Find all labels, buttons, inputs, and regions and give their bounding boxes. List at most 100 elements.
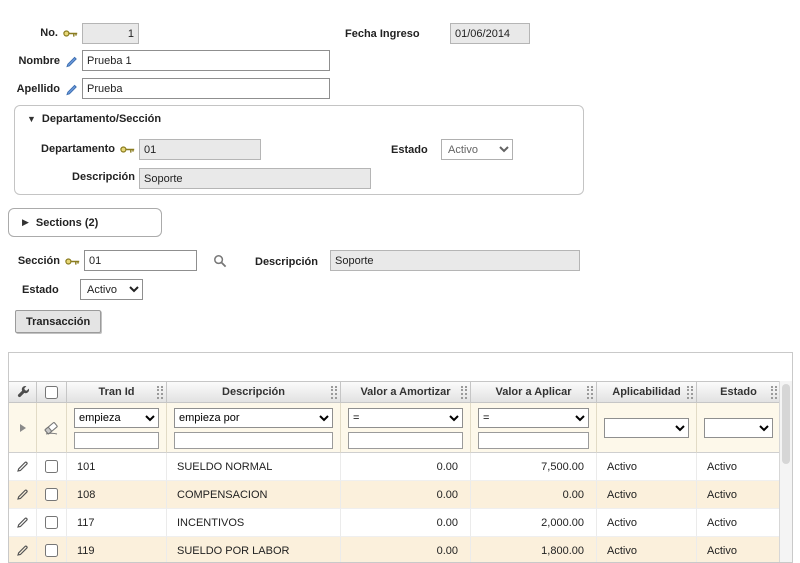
search-icon[interactable] [213, 254, 227, 268]
cell-valor-aplicar: 1,800.00 [471, 537, 597, 563]
header-select-cell [37, 381, 67, 403]
column-grip-icon[interactable] [687, 386, 693, 399]
row-checkbox[interactable] [45, 544, 58, 557]
filter-op-aplicabilidad[interactable] [604, 418, 689, 438]
seccion-label: Sección [18, 255, 60, 267]
departamento-labelbox: Departamento [15, 138, 135, 160]
cell-estado: Activo [697, 453, 781, 481]
departamento-estado-select: Activo [441, 139, 513, 160]
departamento-input[interactable] [139, 139, 261, 160]
cell-valor-amortizar: 0.00 [341, 481, 471, 509]
tab-transaccion[interactable]: Transacción [15, 310, 101, 333]
row-checkbox[interactable] [45, 488, 58, 501]
cell-estado: Activo [697, 509, 781, 537]
header-tran-id-label: Tran Id [98, 386, 134, 398]
no-labelbox: No. [0, 22, 78, 44]
column-grip-icon[interactable] [157, 386, 163, 399]
current-row-marker-icon [20, 424, 26, 432]
expand-icon: ▶ [22, 217, 29, 228]
header-tran-id[interactable]: Tran Id [67, 381, 167, 403]
fecha-ingreso-input[interactable] [450, 23, 530, 44]
row-seccion: Sección Descripción [0, 250, 800, 274]
row-nombre: Nombre [0, 50, 800, 74]
row-select-cell [37, 509, 67, 537]
header-descripcion[interactable]: Descripción [167, 381, 341, 403]
table-row: 117 INCENTIVOS 0.00 2,000.00 Activo Acti… [9, 509, 781, 537]
filter-marker-cell [9, 403, 37, 453]
header-aplicabilidad-label: Aplicabilidad [612, 386, 680, 398]
column-grip-icon[interactable] [587, 386, 593, 399]
scrollbar-thumb[interactable] [782, 384, 790, 464]
filter-clear-cell [37, 403, 67, 453]
header-valor-aplicar-label: Valor a Aplicar [495, 386, 571, 398]
key-icon [63, 29, 78, 38]
filter-value-descripcion[interactable] [174, 432, 333, 449]
filter-value-tran-id[interactable] [74, 432, 159, 449]
edit-row-icon[interactable] [16, 516, 29, 529]
seccion-input[interactable] [84, 250, 197, 271]
cell-estado: Activo [697, 537, 781, 563]
cell-tran-id: 119 [67, 537, 167, 563]
edit-row-icon[interactable] [16, 544, 29, 557]
header-estado[interactable]: Estado [697, 381, 781, 403]
row-checkbox[interactable] [45, 516, 58, 529]
cell-tran-id: 101 [67, 453, 167, 481]
nombre-input[interactable] [82, 50, 330, 71]
cell-aplicabilidad: Activo [597, 509, 697, 537]
cell-aplicabilidad: Activo [597, 537, 697, 563]
filter-value-valor-amortizar[interactable] [348, 432, 463, 449]
edit-row-icon[interactable] [16, 460, 29, 473]
filter-op-valor-aplicar[interactable]: = [478, 408, 589, 428]
cell-descripcion: SUELDO NORMAL [167, 453, 341, 481]
wrench-icon[interactable] [16, 385, 30, 399]
header-valor-aplicar[interactable]: Valor a Aplicar [471, 381, 597, 403]
page: No. Fecha Ingreso Nombre Apellido [0, 0, 800, 563]
header-valor-amortizar[interactable]: Valor a Amortizar [341, 381, 471, 403]
row-edit-cell [9, 509, 37, 537]
region-sections-header[interactable]: ▶ Sections (2) [8, 208, 162, 237]
tab-transaccion-label: Transacción [26, 316, 90, 328]
column-grip-icon[interactable] [771, 386, 777, 399]
filter-cell-estado [697, 403, 781, 453]
apellido-input[interactable] [82, 78, 330, 99]
region-departamento-header[interactable]: ▼ Departamento/Sección [27, 113, 161, 125]
column-grip-icon[interactable] [461, 386, 467, 399]
header-estado-label: Estado [720, 386, 757, 398]
cell-valor-aplicar: 7,500.00 [471, 453, 597, 481]
filter-cell-valor-aplicar: = [471, 403, 597, 453]
filter-op-descripcion[interactable]: empieza por [174, 408, 333, 428]
seccion-labelbox: Sección [0, 250, 80, 272]
filter-cell-valor-amortizar: = [341, 403, 471, 453]
cell-valor-aplicar: 2,000.00 [471, 509, 597, 537]
filter-op-tran-id[interactable]: empieza [74, 408, 159, 428]
edit-row-icon[interactable] [16, 488, 29, 501]
no-input[interactable] [82, 23, 139, 44]
cell-valor-aplicar: 0.00 [471, 481, 597, 509]
estado-select[interactable]: Activo [80, 279, 143, 300]
cell-descripcion: SUELDO POR LABOR [167, 537, 341, 563]
departamento-descripcion-labelbox: Descripción [15, 166, 135, 188]
departamento-estado-label: Estado [391, 144, 428, 156]
header-valor-amortizar-label: Valor a Amortizar [360, 386, 450, 398]
filter-cell-descripcion: empieza por [167, 403, 341, 453]
filter-op-valor-amortizar[interactable]: = [348, 408, 463, 428]
row-select-cell [37, 453, 67, 481]
filter-op-estado[interactable] [704, 418, 773, 438]
collapse-icon: ▼ [27, 114, 36, 124]
cell-tran-id: 108 [67, 481, 167, 509]
column-grip-icon[interactable] [331, 386, 337, 399]
row-checkbox[interactable] [45, 460, 58, 473]
clear-filter-icon[interactable] [43, 421, 60, 435]
departamento-descripcion-input[interactable] [139, 168, 371, 189]
region-departamento-title: Departamento/Sección [42, 113, 161, 125]
table-row: 101 SUELDO NORMAL 0.00 7,500.00 Activo A… [9, 453, 781, 481]
header-aplicabilidad[interactable]: Aplicabilidad [597, 381, 697, 403]
nombre-label: Nombre [18, 55, 60, 67]
filter-row: empieza empieza por = = [9, 403, 781, 453]
vertical-scrollbar[interactable] [779, 381, 792, 562]
filter-value-valor-aplicar[interactable] [478, 432, 589, 449]
table-row: 108 COMPENSACION 0.00 0.00 Activo Activo [9, 481, 781, 509]
select-all-checkbox[interactable] [45, 386, 58, 399]
seccion-descripcion-input[interactable] [330, 250, 580, 271]
cell-aplicabilidad: Activo [597, 453, 697, 481]
